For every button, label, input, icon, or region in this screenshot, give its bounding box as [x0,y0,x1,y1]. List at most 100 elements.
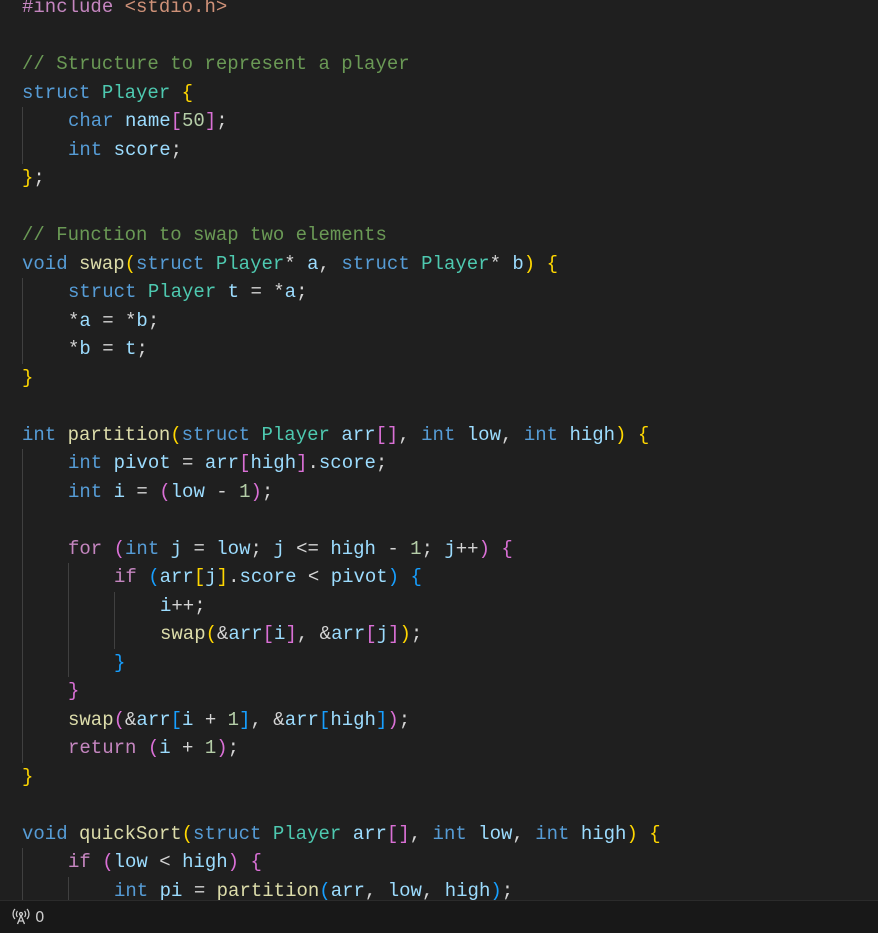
code-line[interactable]: int i = (low - 1); [22,478,661,507]
code-line[interactable]: struct Player t = *a; [22,278,661,307]
code-token: = [125,480,160,503]
code-line[interactable]: } [22,763,661,792]
code-token: ) [615,423,627,446]
code-line[interactable]: int partition(struct Player arr[], int l… [22,421,661,450]
code-line[interactable]: if (arr[j].score < pivot) { [22,563,661,592]
indent-guide [22,734,68,763]
indent-guide [22,620,68,649]
code-token: ; [170,138,183,161]
code-token: & [125,708,137,731]
code-line[interactable]: for (int j = low; j <= high - 1; j++) { [22,535,661,564]
code-line[interactable] [22,791,661,820]
broadcast-antenna-icon [12,908,30,925]
code-line[interactable]: if (low < high) { [22,848,661,877]
code-token: i [182,708,194,731]
code-token: low [387,879,422,901]
code-line[interactable] [22,506,661,535]
code-token: arr [228,623,263,645]
code-line[interactable]: i++; [22,592,661,621]
code-token: a [79,309,91,332]
code-line[interactable]: int pivot = arr[high].score; [22,449,661,478]
code-line[interactable]: #include <stdio.h> [22,0,661,22]
code-line[interactable]: void swap(struct Player* a, struct Playe… [22,250,661,279]
code-line[interactable]: // Structure to represent a player [22,50,661,79]
code-line[interactable]: swap(&arr[i + 1], &arr[high]); [22,706,661,735]
code-token: int [68,138,103,161]
code-line[interactable]: } [22,677,661,706]
code-token: char [68,110,114,132]
code-token: ( [113,537,126,560]
code-line[interactable] [22,392,661,421]
code-token: + [193,708,228,731]
code-editor[interactable]: #include <stdio.h> // Structure to repre… [0,0,878,900]
ports-status-button[interactable]: 0 [12,908,45,926]
code-token: a [307,252,319,275]
code-token: for [68,537,103,560]
code-token: int [22,423,57,446]
indent-guide [114,620,160,649]
code-token: j [205,566,217,588]
code-token: ( [170,423,182,446]
code-token: t [125,338,137,360]
code-line[interactable]: int score; [22,136,661,165]
code-line[interactable]: } [22,649,661,678]
code-token: ( [113,708,126,731]
code-token: t [227,281,240,303]
code-line[interactable]: return (i + 1); [22,734,661,763]
code-token: ) [399,623,411,645]
indent-guide [22,136,68,165]
ports-count: 0 [35,908,45,926]
code-line[interactable] [22,22,661,51]
code-token: , [318,252,342,275]
code-token: high [330,537,376,560]
code-line[interactable]: *b = t; [22,335,661,364]
code-token: arr [330,879,365,901]
code-token: name [125,110,171,132]
code-token: struct [136,252,205,275]
code-token: ; [250,537,274,560]
code-line[interactable]: swap(&arr[i], &arr[j]); [22,620,661,649]
code-token: ] [296,452,308,474]
code-token: [ [365,623,377,645]
code-token: Player [215,252,285,275]
code-token: } [22,167,34,189]
code-line[interactable]: int pi = partition(arr, low, high); [22,877,661,901]
code-token: ] [388,623,400,645]
code-line[interactable]: struct Player { [22,79,661,108]
code-token: * [284,252,308,275]
code-token: struct [341,252,410,275]
code-token: struct [68,281,137,303]
code-token: ; [296,281,308,303]
code-token: ) [523,252,536,275]
code-token: i [159,737,171,759]
code-token: { [649,822,661,845]
code-token: b [512,252,524,275]
code-token: <stdio.h> [124,0,228,18]
code-line[interactable]: char name[50]; [22,107,661,136]
code-line[interactable]: *a = *b; [22,307,661,336]
code-token: ) [490,879,502,901]
code-token: ; [216,110,228,132]
code-line[interactable]: } [22,364,661,393]
code-token: i [160,594,172,617]
code-line[interactable]: void quickSort(struct Player arr[], int … [22,820,661,849]
code-token: ; [227,737,240,759]
code-line[interactable] [22,193,661,222]
code-token: int [68,480,103,503]
code-token: , [409,822,433,845]
code-token: - [375,537,411,560]
code-token: ( [102,851,114,873]
code-token: int [114,879,149,901]
code-line[interactable]: // Function to swap two elements [22,221,661,250]
code-line[interactable]: }; [22,164,661,193]
code-token: = [170,452,205,474]
code-lines[interactable]: #include <stdio.h> // Structure to repre… [22,0,661,900]
